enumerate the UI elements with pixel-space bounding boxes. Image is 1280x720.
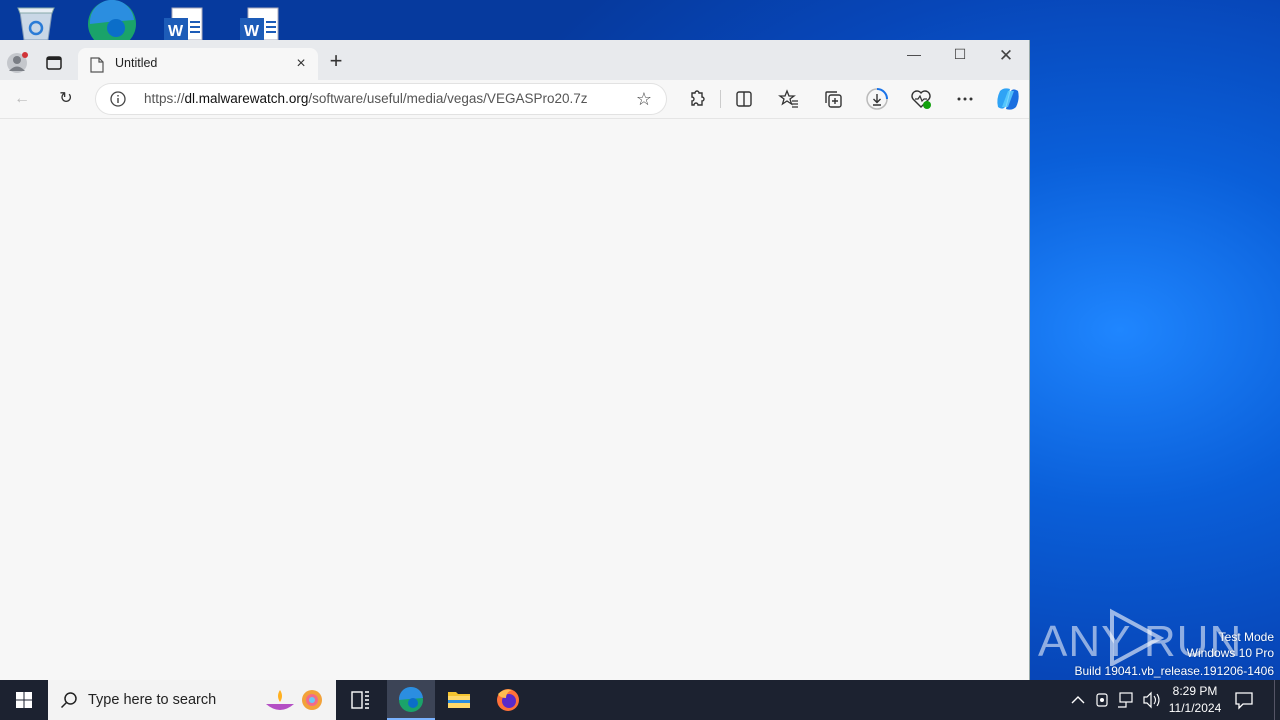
tab-actions-icon[interactable]: [44, 54, 64, 72]
page-icon: [90, 57, 104, 73]
start-button[interactable]: [0, 680, 48, 720]
taskbar-search-box[interactable]: Type here to search: [48, 680, 336, 720]
watermark-test-mode: Test Mode: [1218, 630, 1274, 644]
tab-active[interactable]: Untitled ×: [78, 48, 318, 80]
taskbar-clock[interactable]: 8:29 PM 11/1/2024: [1166, 683, 1224, 717]
tab-bar: Untitled × + — ☐ ✕: [0, 40, 1029, 80]
back-button[interactable]: ←: [10, 88, 34, 110]
downloads-icon[interactable]: [865, 87, 889, 111]
page-content-area[interactable]: [0, 118, 1029, 681]
copilot-icon[interactable]: [994, 85, 1022, 113]
favorite-star-icon[interactable]: ☆: [634, 89, 654, 109]
split-screen-icon[interactable]: [732, 87, 756, 111]
show-hidden-icons-icon[interactable]: [1068, 680, 1088, 720]
reload-button[interactable]: ↻: [54, 88, 78, 110]
browser-essentials-icon[interactable]: [909, 87, 933, 111]
firefox-icon[interactable]: [484, 680, 532, 720]
more-options-icon[interactable]: [953, 87, 977, 111]
browser-window: Untitled × + — ☐ ✕ ← ↻ https://dl.malwar…: [0, 40, 1030, 681]
watermark-build: Build 19041.vb_release.191206-1406: [1074, 664, 1275, 678]
task-view-icon[interactable]: [336, 680, 384, 720]
close-window-button[interactable]: ✕: [991, 46, 1021, 66]
address-url[interactable]: https://dl.malwarewatch.org/software/use…: [144, 91, 588, 106]
search-highlight-diya-icon: [264, 684, 330, 716]
search-icon: [60, 691, 78, 709]
recycle-bin-icon[interactable]: [14, 0, 58, 41]
url-path: /software/useful/media/vegas/VEGASPro20.…: [308, 91, 588, 106]
close-tab-icon[interactable]: ×: [292, 55, 310, 73]
edge-taskbar-icon[interactable]: [387, 680, 435, 720]
new-tab-button[interactable]: +: [326, 50, 346, 72]
word-document-icon[interactable]: W: [238, 0, 282, 41]
tray-status-icons[interactable]: [1094, 680, 1164, 720]
browser-toolbar: ← ↻ https://dl.malwarewatch.org/software…: [0, 80, 1029, 118]
url-host: dl.malwarewatch.org: [184, 91, 309, 106]
show-desktop-button[interactable]: [1274, 680, 1280, 720]
taskbar: Type here to search 8:29 PM 11/1/2024: [0, 680, 1280, 720]
minimize-button[interactable]: —: [899, 46, 929, 66]
watermark-os: Windows 10 Pro: [1186, 646, 1274, 660]
edge-desktop-icon[interactable]: [88, 0, 136, 48]
address-bar[interactable]: https://dl.malwarewatch.org/software/use…: [96, 84, 666, 114]
search-placeholder: Type here to search: [88, 692, 217, 708]
collections-icon[interactable]: [821, 87, 845, 111]
svg-text:W: W: [168, 23, 184, 40]
tab-title: Untitled: [115, 56, 158, 70]
toolbar-divider: [720, 90, 721, 108]
site-info-icon[interactable]: [110, 91, 126, 107]
favorites-icon[interactable]: [777, 87, 801, 111]
clock-time: 8:29 PM: [1172, 684, 1218, 698]
clock-date: 11/1/2024: [1168, 701, 1222, 715]
notifications-icon[interactable]: [1234, 690, 1254, 710]
word-document-icon[interactable]: W: [162, 0, 206, 41]
file-explorer-icon[interactable]: [435, 680, 483, 720]
maximize-button[interactable]: ☐: [945, 46, 975, 66]
profile-avatar-icon[interactable]: [6, 52, 28, 74]
svg-text:W: W: [244, 23, 260, 40]
extensions-icon[interactable]: [685, 87, 709, 111]
url-scheme: https://: [144, 91, 185, 106]
